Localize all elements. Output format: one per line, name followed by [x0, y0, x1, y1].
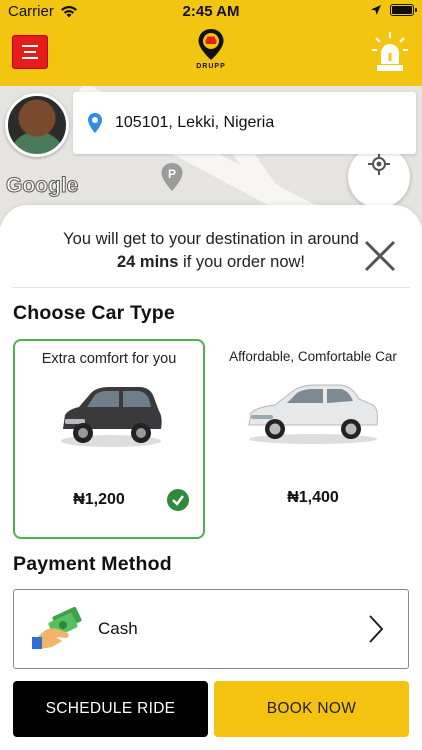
pickup-address: 105101, Lekki, Nigeria — [115, 114, 275, 131]
divider — [12, 287, 410, 288]
parking-pin-icon: P — [161, 163, 183, 191]
car-caption: Affordable, Comfortable Car — [229, 349, 397, 364]
battery-icon — [390, 4, 417, 16]
eta-line-1: You will get to your destination in arou… — [63, 230, 359, 248]
cash-icon — [32, 607, 82, 649]
ride-options-sheet: You will get to your destination in arou… — [0, 205, 422, 750]
eta-duration: 24 mins — [116, 253, 179, 271]
car-option-extra-comfort[interactable]: Extra comfort for you ₦1,200 — [13, 339, 205, 539]
crosshair-icon — [368, 153, 390, 175]
app-logo: DRUPP — [186, 28, 236, 80]
car-option-affordable[interactable]: Affordable, Comfortable Car ₦1,400 — [217, 339, 409, 539]
location-arrow-icon — [371, 5, 381, 15]
drupp-logo-icon — [198, 29, 224, 60]
google-watermark: Google — [5, 174, 79, 198]
hamburger-menu-button[interactable] — [12, 35, 48, 69]
eta-suffix: if you order now! — [178, 253, 305, 271]
payment-method-selector[interactable]: Cash — [13, 589, 409, 669]
close-icon[interactable] — [362, 238, 398, 274]
car-price: ₦1,400 — [287, 489, 339, 506]
hatchback-car-image — [61, 387, 162, 447]
car-type-title: Choose Car Type — [13, 302, 175, 324]
sedan-car-image — [248, 384, 378, 444]
checkmark-icon — [167, 489, 189, 511]
eta-message: You will get to your destination in arou… — [0, 228, 422, 274]
schedule-ride-button[interactable]: SCHEDULE RIDE — [13, 681, 208, 737]
chevron-right-icon — [369, 615, 384, 643]
book-now-button[interactable]: BOOK NOW — [214, 681, 409, 737]
logo-text: DRUPP — [196, 63, 226, 70]
payment-method-title: Payment Method — [13, 553, 172, 575]
eta-line-2: 24 mins if you order now! — [0, 251, 422, 274]
siren-icon[interactable] — [370, 30, 410, 74]
car-price: ₦1,200 — [73, 491, 125, 508]
car-caption: Extra comfort for you — [41, 351, 177, 367]
app-header: Carrier 2:45 AM DRUPP — [0, 0, 422, 86]
locate-me-button[interactable] — [348, 146, 410, 208]
user-avatar[interactable] — [5, 93, 69, 157]
pickup-location-field[interactable]: 105101, Lekki, Nigeria — [73, 92, 416, 154]
map-pin-icon — [88, 113, 102, 133]
status-bar: Carrier 2:45 AM — [0, 0, 422, 24]
svg-text:P: P — [168, 167, 176, 181]
payment-method-label: Cash — [98, 619, 138, 638]
status-time: 2:45 AM — [182, 3, 240, 20]
